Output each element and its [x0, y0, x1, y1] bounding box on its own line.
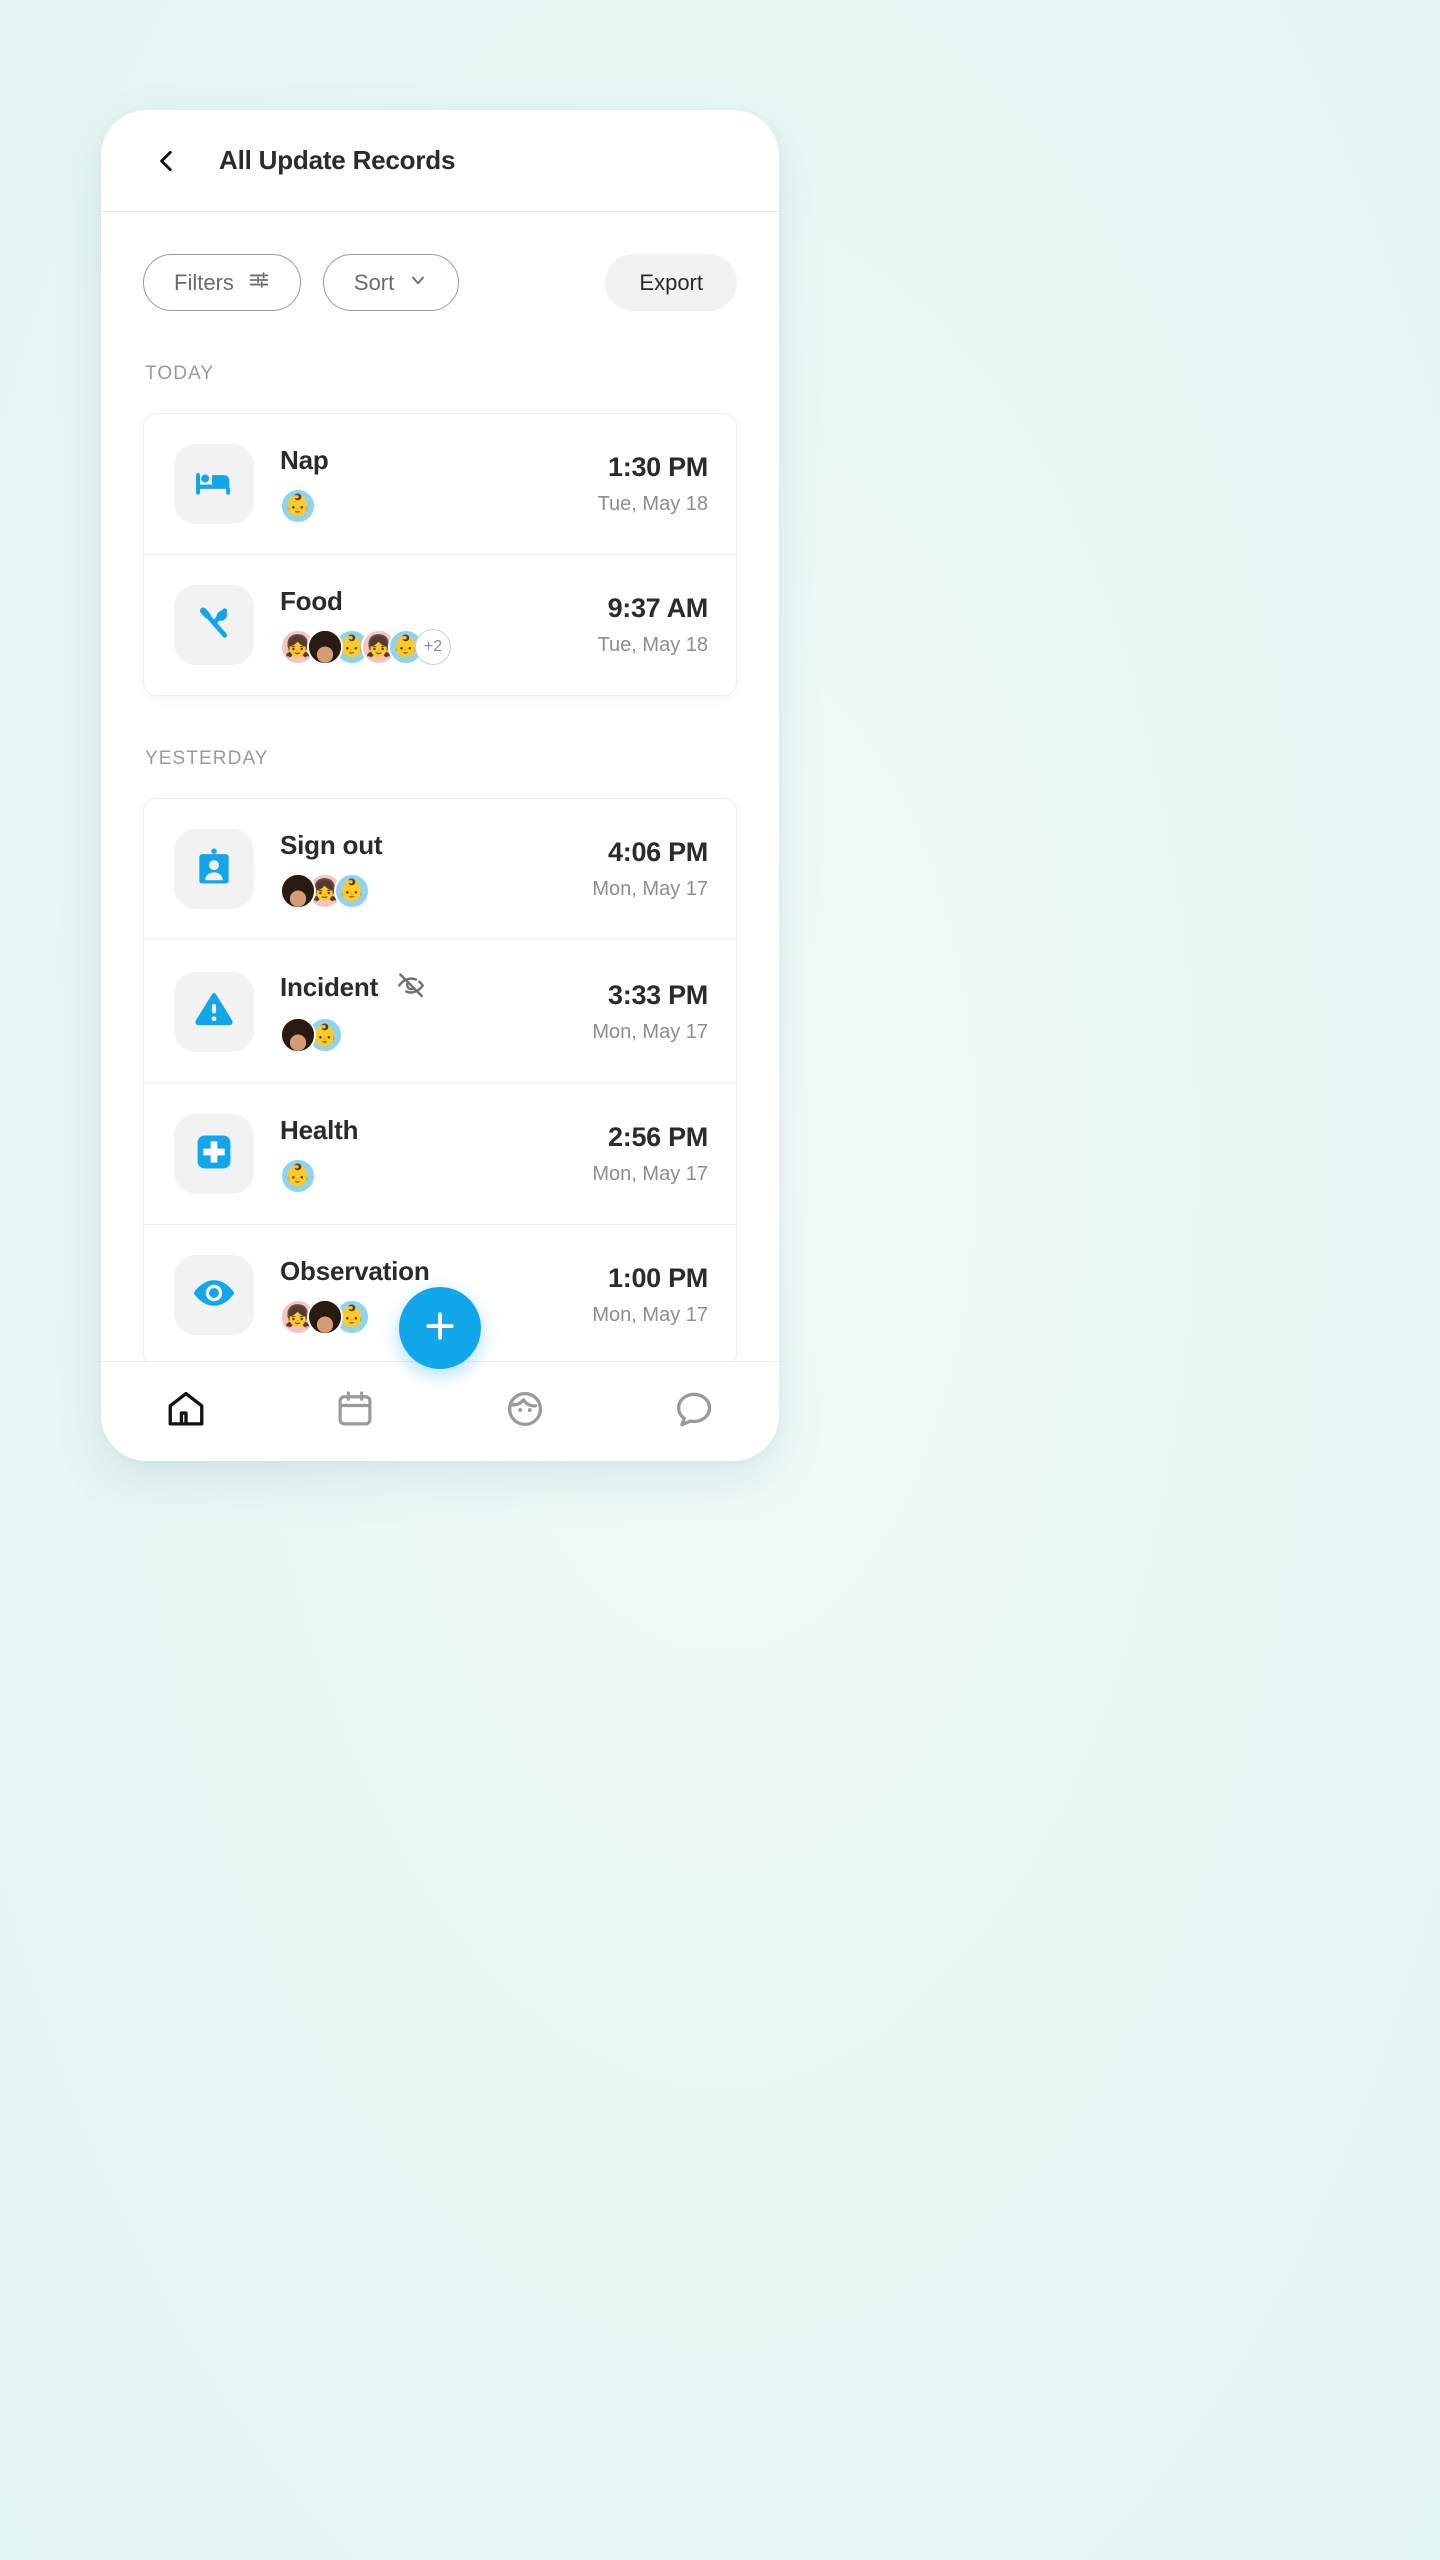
avatar [307, 1298, 343, 1335]
record-title: Incident [280, 972, 379, 1002]
nav-item-calendar[interactable] [271, 1388, 441, 1435]
phone-frame: All Update Records Filters Sort Export T… [101, 110, 779, 1461]
record-row[interactable]: Nap 👶 1:30 PM Tue, May 18 [144, 414, 736, 554]
chat-bubble-icon [672, 1387, 716, 1436]
records-toolbar: Filters Sort Export [101, 212, 779, 311]
avatar: 👶 [280, 487, 316, 524]
child-face-icon [503, 1387, 547, 1436]
record-type-icon-container [174, 829, 254, 909]
record-timestamp: 1:30 PM Tue, May 18 [580, 452, 709, 516]
record-avatars[interactable]: 👶 [280, 1017, 574, 1053]
record-row[interactable]: Health 👶 2:56 PM Mon, May 17 [144, 1083, 736, 1224]
record-title: Nap [280, 444, 329, 475]
avatar-overflow-badge: +2 [415, 628, 451, 665]
nav-item-children[interactable] [440, 1387, 610, 1436]
avatar [280, 1017, 316, 1053]
app-header: All Update Records [101, 110, 779, 212]
record-title-line: Nap [280, 445, 580, 476]
records-card: Sign out 👧 👶 4:06 PM Mon, May 17 Inciden… [143, 798, 737, 1361]
records-scroll-area[interactable]: Filters Sort Export TODAY Nap 👶 1:30 PM … [101, 212, 779, 1361]
home-icon [165, 1388, 207, 1435]
records-card: Nap 👶 1:30 PM Tue, May 18 Food 👧 👶 👧 👶 +… [143, 413, 737, 696]
record-timestamp: 9:37 AM Tue, May 18 [580, 593, 709, 657]
record-title: Food [280, 585, 343, 616]
record-main: Sign out 👧 👶 [254, 830, 574, 909]
record-date: Mon, May 17 [592, 878, 708, 900]
record-main: Health 👶 [254, 1115, 574, 1194]
record-type-icon-container [174, 1114, 254, 1194]
record-row[interactable]: Incident 👶 3:33 PM Mon, May 17 [144, 939, 736, 1083]
record-timestamp: 2:56 PM Mon, May 17 [574, 1122, 708, 1186]
record-date: Tue, May 18 [597, 634, 708, 656]
records-sections: TODAY Nap 👶 1:30 PM Tue, May 18 Food 👧 👶… [101, 363, 779, 1361]
record-avatars[interactable]: 👧 👶 [280, 872, 574, 909]
avatar [280, 872, 316, 909]
export-label: Export [639, 269, 703, 295]
page-title: All Update Records [219, 145, 456, 175]
avatar: 👶 [334, 872, 370, 909]
record-title: Observation [280, 1255, 430, 1286]
record-time: 1:30 PM [608, 452, 708, 482]
avatar: 👶 [280, 1157, 316, 1194]
section-header: TODAY [145, 363, 215, 384]
record-timestamp: 3:33 PM Mon, May 17 [574, 980, 708, 1044]
eye-icon [190, 1269, 238, 1322]
warning-triangle-icon [191, 986, 237, 1037]
nav-item-home[interactable] [101, 1388, 271, 1435]
bottom-navigation [101, 1361, 779, 1461]
back-button[interactable] [147, 141, 187, 181]
sort-label: Sort [353, 269, 395, 295]
record-date: Mon, May 17 [592, 1163, 708, 1185]
record-type-icon-container [174, 585, 254, 665]
calendar-icon [334, 1388, 376, 1435]
record-row[interactable]: Sign out 👧 👶 4:06 PM Mon, May 17 [144, 799, 736, 939]
record-main: Nap 👶 [254, 445, 580, 524]
chevron-down-icon [408, 270, 428, 296]
eye-off-icon[interactable] [396, 970, 426, 1005]
record-title-line: Observation [280, 1256, 574, 1287]
id-badge-icon [192, 845, 236, 894]
record-title-line: Food [280, 586, 580, 617]
record-type-icon-container [174, 971, 254, 1052]
record-title-line: Sign out [280, 830, 574, 861]
plus-icon [420, 1306, 460, 1351]
record-row[interactable]: Food 👧 👶 👧 👶 +2 9:37 AM Tue, May 18 [144, 554, 736, 695]
utensils-icon [191, 600, 237, 651]
export-button[interactable]: Export [605, 254, 737, 311]
nav-item-messages[interactable] [610, 1387, 780, 1436]
section-header: YESTERDAY [145, 748, 269, 769]
record-type-icon-container [174, 1255, 254, 1335]
record-time: 3:33 PM [608, 979, 708, 1010]
add-record-fab[interactable] [399, 1287, 481, 1369]
bed-icon [191, 459, 237, 510]
record-date: Tue, May 18 [597, 493, 708, 515]
record-time: 4:06 PM [608, 837, 708, 867]
sort-button[interactable]: Sort [322, 254, 460, 311]
record-avatars[interactable]: 👶 [280, 487, 580, 524]
chevron-left-icon [154, 148, 180, 174]
record-avatars[interactable]: 👧 👶 👧 👶 +2 [280, 628, 580, 665]
record-title-line: Incident [280, 970, 574, 1005]
record-main: Incident 👶 [254, 970, 574, 1053]
record-title-line: Health [280, 1115, 574, 1146]
record-date: Mon, May 17 [592, 1020, 708, 1043]
record-title: Health [280, 1114, 359, 1145]
medical-cross-icon [193, 1131, 235, 1178]
record-type-icon-container [174, 444, 254, 524]
record-main: Food 👧 👶 👧 👶 +2 [254, 586, 580, 665]
record-timestamp: 1:00 PM Mon, May 17 [574, 1263, 708, 1327]
record-title: Sign out [280, 829, 383, 860]
filters-button[interactable]: Filters [143, 254, 301, 311]
filters-label: Filters [174, 269, 234, 295]
record-timestamp: 4:06 PM Mon, May 17 [574, 837, 708, 901]
avatar [307, 628, 343, 665]
record-date: Mon, May 17 [592, 1304, 708, 1326]
record-avatars[interactable]: 👶 [280, 1157, 574, 1194]
record-time: 9:37 AM [607, 593, 709, 623]
record-time: 1:00 PM [608, 1263, 708, 1293]
record-time: 2:56 PM [608, 1122, 708, 1152]
tune-sliders-icon [248, 269, 270, 297]
